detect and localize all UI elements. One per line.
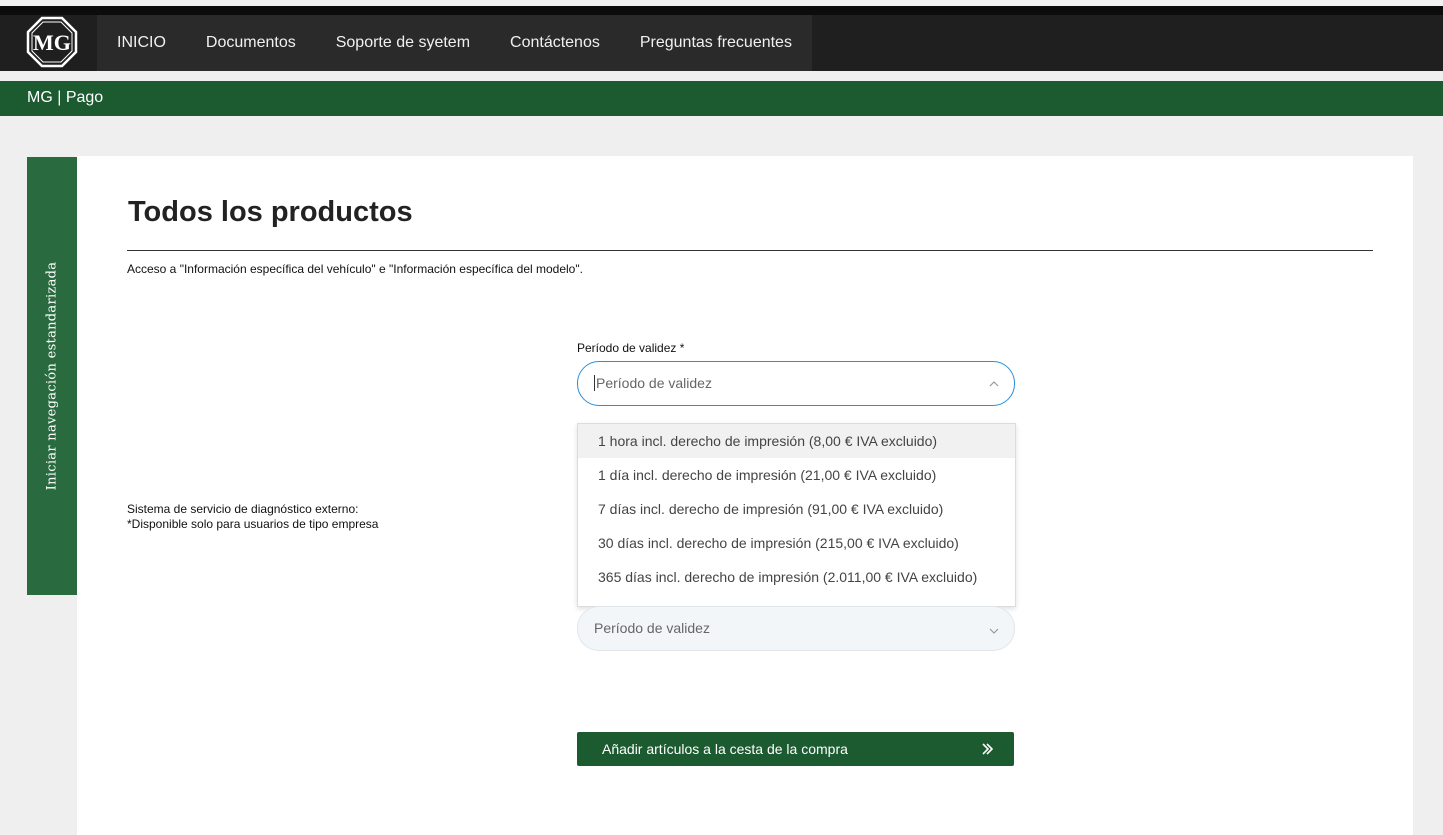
standardized-navigation-tab[interactable]: Iniciar navegación estandarizada — [27, 157, 77, 595]
external-diagnostic-note: *Disponible solo para usuarios de tipo e… — [127, 517, 379, 531]
breadcrumb: MG | Pago — [27, 89, 104, 106]
double-chevron-right-icon — [982, 743, 994, 755]
products-panel: Todos los productos Acceso a "Informació… — [77, 156, 1413, 835]
nav-item-inicio[interactable]: INICIO — [97, 15, 186, 71]
validity-option-1-hour[interactable]: 1 hora incl. derecho de impresión (8,00 … — [578, 424, 1015, 458]
page-title: Todos los productos — [128, 196, 413, 228]
navbar-top-border — [0, 6, 1443, 15]
validity-option-365-days[interactable]: 365 días incl. derecho de impresión (2.0… — [578, 560, 1015, 594]
breadcrumb-bar: MG | Pago — [0, 81, 1443, 116]
validity-select[interactable]: Período de validez — [577, 361, 1015, 406]
validity-dropdown-list: 1 hora incl. derecho de impresión (8,00 … — [577, 423, 1016, 607]
nav-item-contactenos[interactable]: Contáctenos — [490, 15, 620, 71]
validity-field-label: Período de validez * — [577, 341, 685, 355]
chevron-down-icon[interactable] — [988, 625, 1000, 637]
validity-option-7-days[interactable]: 7 días incl. derecho de impresión (91,00… — [578, 492, 1015, 526]
text-cursor — [594, 375, 595, 391]
nav-item-documentos[interactable]: Documentos — [186, 15, 316, 71]
external-validity-select[interactable]: Período de validez — [577, 606, 1015, 651]
add-to-cart-label: Añadir artículos a la cesta de la compra — [602, 741, 848, 757]
product-description: Acceso a "Información específica del veh… — [127, 262, 583, 276]
mg-logo-icon[interactable]: MG — [26, 16, 78, 68]
nav-item-soporte[interactable]: Soporte de syetem — [316, 15, 490, 71]
top-navbar: MG INICIO Documentos Soporte de syetem C… — [0, 6, 1443, 71]
add-to-cart-button[interactable]: Añadir artículos a la cesta de la compra — [577, 732, 1014, 766]
validity-select-placeholder: Período de validez — [596, 375, 712, 391]
external-diagnostic-title: Sistema de servicio de diagnóstico exter… — [127, 502, 359, 516]
external-validity-placeholder: Período de validez — [594, 620, 710, 636]
title-divider — [127, 250, 1373, 251]
chevron-up-icon[interactable] — [988, 378, 1000, 390]
main-nav-menu: INICIO Documentos Soporte de syetem Cont… — [97, 15, 812, 71]
svg-text:MG: MG — [33, 30, 71, 55]
external-diagnostic-label: Sistema de servicio de diagnóstico exter… — [127, 502, 378, 532]
standardized-navigation-label: Iniciar navegación estandarizada — [44, 261, 60, 491]
validity-option-30-days[interactable]: 30 días incl. derecho de impresión (215,… — [578, 526, 1015, 560]
nav-item-preguntas-frecuentes[interactable]: Preguntas frecuentes — [620, 15, 812, 71]
validity-option-1-day[interactable]: 1 día incl. derecho de impresión (21,00 … — [578, 458, 1015, 492]
